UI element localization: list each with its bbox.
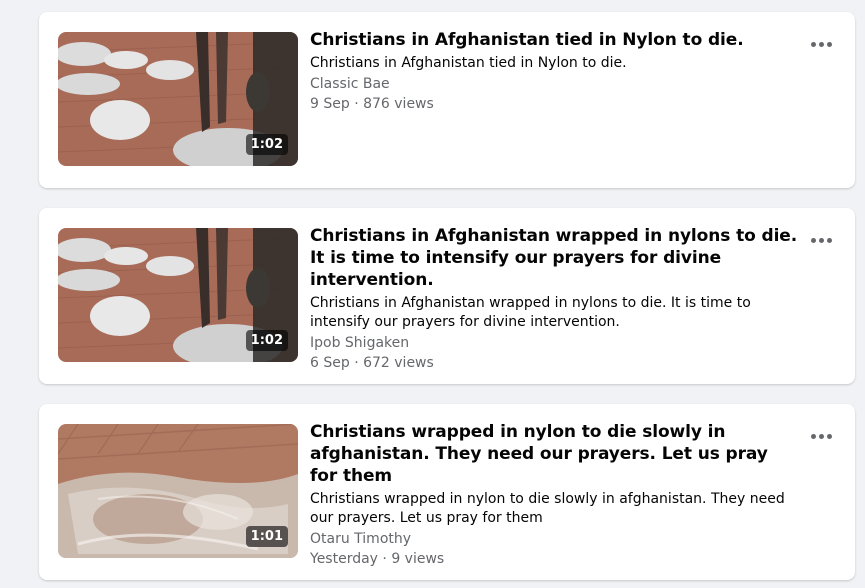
video-duration: 1:02 [245, 134, 288, 155]
more-options-button[interactable] [809, 234, 833, 246]
more-horizontal-icon [810, 433, 816, 439]
channel-name[interactable]: Ipob Shigaken [310, 334, 800, 353]
video-duration: 1:02 [245, 330, 288, 351]
video-date-views: 9 Sep · 876 views [310, 96, 434, 112]
video-duration: 1:01 [245, 526, 288, 547]
video-thumbnail[interactable]: 1:01 [58, 424, 298, 558]
more-horizontal-icon [810, 237, 816, 243]
video-title[interactable]: Christians wrapped in nylon to die slowl… [310, 421, 800, 487]
video-thumbnail[interactable]: 1:02 [58, 228, 298, 362]
video-feed: 1:02 Christians in Afghanistan tied in N… [0, 0, 865, 588]
video-description: Christians wrapped in nylon to die slowl… [310, 491, 785, 526]
video-description: Christians in Afghanistan wrapped in nyl… [310, 295, 751, 330]
more-options-button[interactable] [809, 430, 833, 442]
video-title[interactable]: Christians in Afghanistan wrapped in nyl… [310, 225, 800, 291]
video-card[interactable]: 1:02 Christians in Afghanistan tied in N… [39, 12, 855, 188]
video-info: Christians in Afghanistan wrapped in nyl… [310, 225, 800, 373]
video-card[interactable]: 1:01 Christians wrapped in nylon to die … [39, 404, 855, 580]
video-card[interactable]: 1:02 Christians in Afghanistan wrapped i… [39, 208, 855, 384]
video-date-views: 6 Sep · 672 views [310, 355, 434, 371]
channel-name[interactable]: Otaru Timothy [310, 530, 800, 549]
video-title[interactable]: Christians in Afghanistan tied in Nylon … [310, 29, 800, 51]
video-info: Christians wrapped in nylon to die slowl… [310, 421, 800, 569]
channel-name[interactable]: Classic Bae [310, 75, 800, 94]
video-description: Christians in Afghanistan tied in Nylon … [310, 55, 627, 71]
more-horizontal-icon [810, 41, 816, 47]
video-info: Christians in Afghanistan tied in Nylon … [310, 29, 800, 114]
more-options-button[interactable] [809, 38, 833, 50]
video-thumbnail[interactable]: 1:02 [58, 32, 298, 166]
video-date-views: Yesterday · 9 views [310, 551, 445, 567]
